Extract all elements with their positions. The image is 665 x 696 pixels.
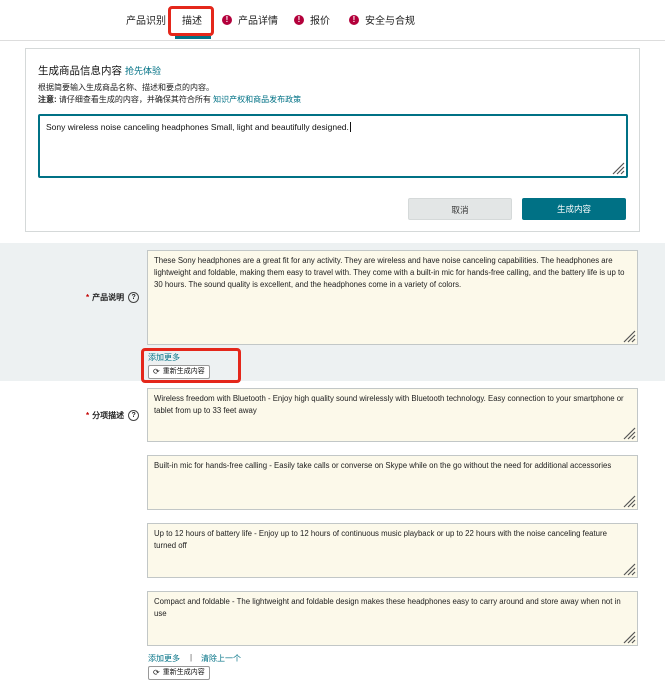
policy-link[interactable]: 知识产权和商品发布政策 [213, 95, 301, 104]
divider [0, 40, 665, 41]
panel-note: 注意: 请仔细查看生成的内容，并确保其符合所有 知识产权和商品发布政策 [38, 94, 301, 105]
link-separator: | [190, 653, 193, 662]
brief-input-value: Sony wireless noise canceling headphones… [46, 122, 349, 132]
annotation-highlight-box [168, 6, 214, 36]
tab-product-details[interactable]: ! 产品详情 [222, 12, 278, 27]
tab-label: 报价 [310, 16, 330, 27]
early-access-link[interactable]: 抢先体验 [125, 66, 161, 76]
alert-icon: ! [294, 14, 304, 25]
active-tab-indicator [175, 36, 211, 39]
panel-title-text: 生成商品信息内容 [38, 65, 122, 77]
panel-title: 生成商品信息内容 抢先体验 [38, 63, 161, 78]
resize-grip-icon[interactable] [620, 560, 636, 576]
tab-label: 安全与合规 [365, 16, 415, 27]
refresh-icon: ⟳ [153, 668, 160, 677]
text-cursor [349, 122, 351, 132]
tab-label: 产品详情 [238, 16, 278, 27]
bullet-points-label: * 分项描述 ? [86, 410, 140, 421]
annotation-highlight-box [141, 348, 241, 383]
required-marker: * [86, 293, 90, 302]
required-marker: * [86, 411, 90, 420]
bullet-point-value: Compact and foldable - The lightweight a… [154, 597, 621, 618]
resize-grip-icon[interactable] [620, 628, 636, 644]
tab-product-identity[interactable]: 产品识别 [126, 12, 166, 27]
button-label: 重新生成内容 [162, 669, 205, 676]
brief-input-field[interactable]: Sony wireless noise canceling headphones… [38, 114, 628, 178]
product-description-label: * 产品说明 ? [86, 292, 140, 303]
bullet-point-textarea[interactable]: Up to 12 hours of battery life - Enjoy u… [147, 523, 638, 578]
tab-bar: 产品识别 描述 ! 产品详情 ! 报价 ! 安全与合规 [0, 0, 665, 40]
regenerate-bullets-button[interactable]: ⟳ 重新生成内容 [148, 666, 210, 680]
generate-content-panel: 生成商品信息内容 抢先体验 根据简要输入生成商品名称、描述和要点的内容。 注意: … [25, 48, 640, 232]
generate-content-button[interactable]: 生成内容 [522, 198, 626, 220]
tab-safety-compliance[interactable]: ! 安全与合规 [349, 12, 415, 27]
resize-grip-icon[interactable] [620, 327, 636, 343]
bullet-point-value: Built-in mic for hands-free calling - Ea… [154, 461, 612, 470]
note-label: 注意: [38, 95, 57, 104]
resize-grip-icon[interactable] [609, 159, 625, 175]
help-icon[interactable]: ? [128, 410, 140, 421]
help-icon[interactable]: ? [128, 292, 140, 303]
panel-description: 根据简要输入生成商品名称、描述和要点的内容。 [38, 83, 214, 92]
bullet-point-textarea[interactable]: Wireless freedom with Bluetooth - Enjoy … [147, 388, 638, 442]
resize-grip-icon[interactable] [620, 424, 636, 440]
add-more-link[interactable]: 添加更多 [148, 653, 180, 664]
note-text: 请仔细查看生成的内容，并确保其符合所有 [58, 95, 211, 104]
product-description-value: These Sony headphones are a great fit fo… [154, 256, 625, 289]
clear-last-link[interactable]: 清除上一个 [201, 653, 241, 664]
bullet-point-textarea[interactable]: Built-in mic for hands-free calling - Ea… [147, 455, 638, 510]
bullet-point-value: Wireless freedom with Bluetooth - Enjoy … [154, 394, 624, 415]
bullet-point-textarea[interactable]: Compact and foldable - The lightweight a… [147, 591, 638, 646]
bullet-point-value: Up to 12 hours of battery life - Enjoy u… [154, 529, 607, 550]
alert-icon: ! [222, 14, 232, 25]
tab-label: 产品识别 [126, 16, 166, 27]
field-label-text: 分项描述 [92, 411, 125, 420]
alert-icon: ! [349, 14, 359, 25]
field-label-text: 产品说明 [92, 293, 125, 302]
product-description-textarea[interactable]: These Sony headphones are a great fit fo… [147, 250, 638, 345]
tab-offer[interactable]: ! 报价 [294, 12, 330, 27]
resize-grip-icon[interactable] [620, 492, 636, 508]
cancel-button[interactable]: 取消 [408, 198, 512, 220]
